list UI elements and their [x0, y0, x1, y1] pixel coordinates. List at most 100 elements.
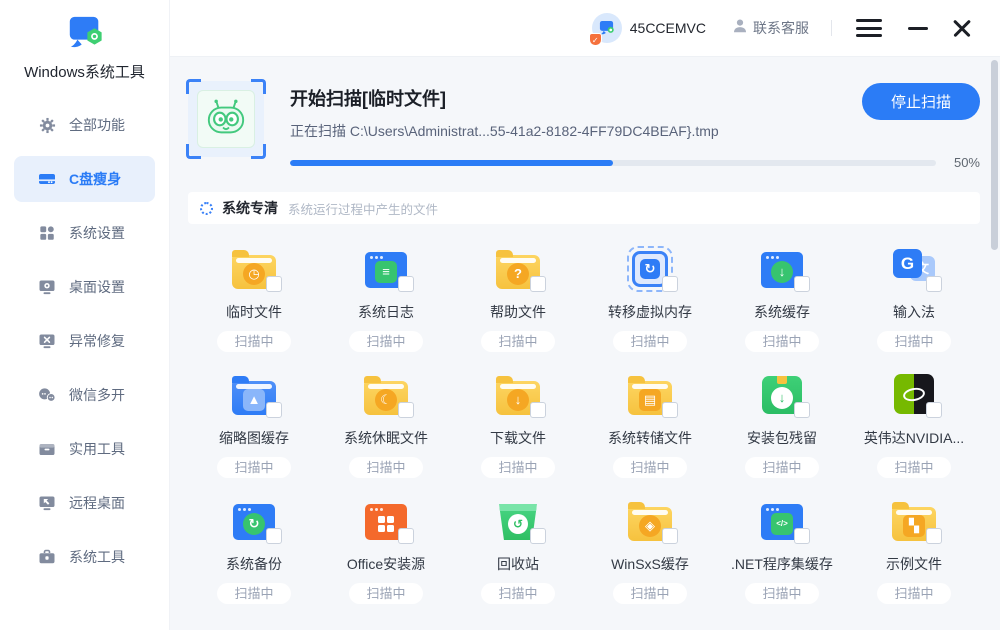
checkbox[interactable]: [794, 276, 810, 292]
scan-category-card[interactable]: </>.NET程序集缓存扫描中: [716, 494, 848, 604]
window-log-icon: ≡: [360, 242, 412, 292]
folder-dump-icon: ▤: [624, 368, 676, 418]
scan-category-card[interactable]: ◷临时文件扫描中: [188, 242, 320, 352]
scan-category-card[interactable]: 英伟达NVIDIA...扫描中: [848, 368, 980, 478]
category-label: Office安装源: [347, 554, 425, 574]
app-title: Windows系统工具: [0, 61, 169, 82]
gear-icon: [38, 116, 56, 134]
category-label: 回收站: [497, 554, 539, 574]
sidebar-item-drive[interactable]: C盘瘦身: [14, 156, 155, 202]
window-download-icon: ↓: [756, 242, 808, 292]
titlebar-divider: [831, 20, 832, 36]
checkbox[interactable]: [662, 276, 678, 292]
scan-category-card[interactable]: ↓安装包残留扫描中: [716, 368, 848, 478]
scan-category-card[interactable]: ↓下载文件扫描中: [452, 368, 584, 478]
status-badge: 扫描中: [745, 331, 818, 352]
scan-progress-bar: [290, 160, 936, 166]
logo-block: Windows系统工具: [0, 0, 169, 82]
sidebar-item-monitor-gear[interactable]: 桌面设置: [14, 264, 155, 310]
grid-icon: [38, 224, 56, 242]
checkbox[interactable]: [926, 276, 942, 292]
minimize-button[interactable]: [908, 27, 928, 30]
scan-category-card[interactable]: Office安装源扫描中: [320, 494, 452, 604]
sidebar-item-chat[interactable]: 微信多开: [14, 372, 155, 418]
sidebar-item-label: 系统工具: [69, 547, 125, 567]
chat-icon: [38, 386, 56, 404]
category-label: 系统缓存: [754, 302, 810, 322]
category-label: 英伟达NVIDIA...: [864, 428, 964, 448]
scan-category-card[interactable]: ▚示例文件扫描中: [848, 494, 980, 604]
status-badge: 扫描中: [349, 457, 422, 478]
tools-icon: [38, 548, 56, 566]
sidebar-item-remote[interactable]: 远程桌面: [14, 480, 155, 526]
scan-category-card[interactable]: ?帮助文件扫描中: [452, 242, 584, 352]
user-badge[interactable]: ✓ 45CCEMVC: [592, 13, 706, 43]
sidebar: Windows系统工具 全部功能 C盘瘦身系统设置桌面设置异常修复微信多开实用工具…: [0, 0, 170, 630]
checkbox[interactable]: [266, 276, 282, 292]
category-label: 系统休眠文件: [344, 428, 428, 448]
checkbox[interactable]: [530, 528, 546, 544]
scrollbar-thumb[interactable]: [991, 60, 998, 250]
status-badge: 扫描中: [613, 457, 686, 478]
contact-support-label: 联系客服: [753, 18, 809, 38]
checkbox[interactable]: [530, 276, 546, 292]
checkbox[interactable]: [794, 528, 810, 544]
sidebar-item-gear[interactable]: 全部功能: [14, 102, 155, 148]
folder-tiles-icon: ▚: [888, 494, 940, 544]
sidebar-item-toolbox[interactable]: 实用工具: [14, 426, 155, 472]
section-header: 系统专清 系统运行过程中产生的文件: [188, 192, 980, 224]
window-office-icon: [360, 494, 412, 544]
checkbox[interactable]: [530, 402, 546, 418]
recyclebin-icon: ↺: [492, 494, 544, 544]
sidebar-menu: 全部功能 C盘瘦身系统设置桌面设置异常修复微信多开实用工具远程桌面系统工具: [0, 102, 169, 580]
category-label: 系统备份: [226, 554, 282, 574]
scan-robot-icon: [188, 81, 264, 157]
status-badge: 扫描中: [217, 331, 290, 352]
scan-category-card[interactable]: ◈WinSxS缓存扫描中: [584, 494, 716, 604]
section-subtitle: 系统运行过程中产生的文件: [288, 199, 438, 218]
sidebar-item-label: 实用工具: [69, 439, 125, 459]
checkbox[interactable]: [794, 402, 810, 418]
checkbox[interactable]: [266, 528, 282, 544]
scan-category-card[interactable]: ▤ 系统转储文件扫描中: [584, 368, 716, 478]
checkbox[interactable]: [926, 528, 942, 544]
stop-scan-button[interactable]: 停止扫描: [862, 83, 980, 120]
scan-category-card[interactable]: ↺回收站扫描中: [452, 494, 584, 604]
translate-icon: G文: [888, 242, 940, 292]
scan-category-card[interactable]: ↻转移虚拟内存扫描中: [584, 242, 716, 352]
scan-category-card[interactable]: G文输入法扫描中: [848, 242, 980, 352]
scan-category-card[interactable]: ▲缩略图缓存扫描中: [188, 368, 320, 478]
status-badge: 扫描中: [877, 331, 950, 352]
status-badge: 扫描中: [349, 583, 422, 604]
scan-status-text: 正在扫描 C:\Users\Administrat...55-41a2-8182…: [290, 121, 980, 141]
category-label: 输入法: [893, 302, 935, 322]
checkbox[interactable]: [662, 402, 678, 418]
sidebar-item-label: 桌面设置: [69, 277, 125, 297]
sidebar-item-label: 远程桌面: [69, 493, 125, 513]
close-button[interactable]: [952, 18, 972, 38]
scan-category-card[interactable]: ↓ 系统缓存扫描中: [716, 242, 848, 352]
sidebar-item-tools[interactable]: 系统工具: [14, 534, 155, 580]
menu-icon[interactable]: [856, 19, 882, 37]
sidebar-item-monitor-fix[interactable]: 异常修复: [14, 318, 155, 364]
scan-category-card[interactable]: ≡系统日志扫描中: [320, 242, 452, 352]
checkbox[interactable]: [398, 528, 414, 544]
scan-category-card[interactable]: ↻系统备份扫描中: [188, 494, 320, 604]
monitor-fix-icon: [38, 332, 56, 350]
monitor-gear-icon: [38, 278, 56, 296]
checkbox[interactable]: [926, 402, 942, 418]
checkbox[interactable]: [398, 276, 414, 292]
scan-category-card[interactable]: ☾系统休眠文件扫描中: [320, 368, 452, 478]
avatar: ✓: [592, 13, 622, 43]
category-label: 系统转储文件: [608, 428, 692, 448]
checkbox[interactable]: [266, 402, 282, 418]
sidebar-item-label: C盘瘦身: [69, 169, 121, 189]
status-badge: 扫描中: [481, 331, 554, 352]
contact-support-button[interactable]: 联系客服: [732, 18, 809, 39]
scan-info: 开始扫描[临时文件] 正在扫描 C:\Users\Administrat...5…: [290, 81, 980, 170]
sidebar-item-grid[interactable]: 系统设置: [14, 210, 155, 256]
category-label: 示例文件: [886, 554, 942, 574]
checkbox[interactable]: [398, 402, 414, 418]
checkbox[interactable]: [662, 528, 678, 544]
main-content: 开始扫描[临时文件] 正在扫描 C:\Users\Administrat...5…: [170, 57, 1000, 630]
